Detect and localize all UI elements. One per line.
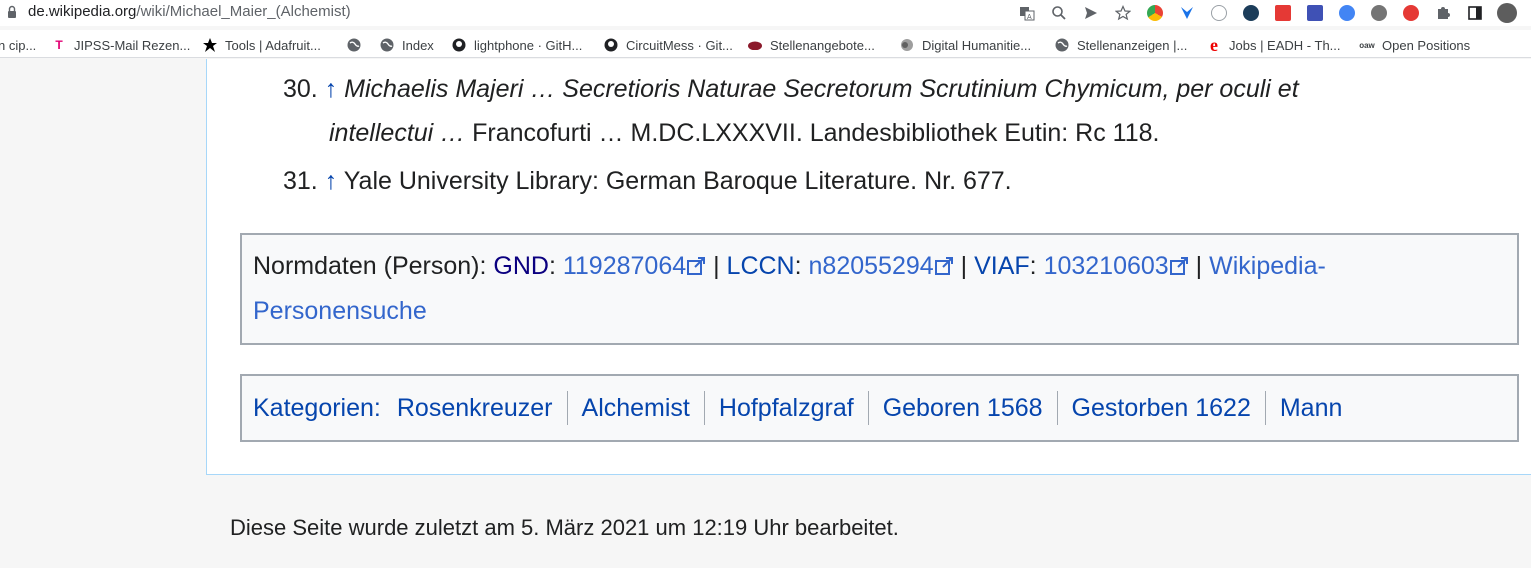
extension-youtube-icon[interactable] [1395,2,1427,24]
category-link[interactable]: Geboren 1568 [867,391,1057,425]
telekom-icon: T [55,38,63,52]
category-link[interactable]: Mann [1264,391,1357,425]
bookmark-item[interactable]: CircuitMess · Git... [604,36,733,54]
bookmark-item[interactable]: T JIPSS-Mail Rezen... [52,36,190,54]
bookmark-item[interactable]: Stellenanzeigen |... [1055,36,1187,54]
separator: | [1195,252,1203,280]
bookmark-item[interactable]: lightphone · GitH... [452,36,582,54]
stellen-icon [748,38,762,52]
normdaten-line-2: Personensuche [253,297,427,326]
normdaten-box: Normdaten (Person): GND: 119287064 | LCC… [240,233,1519,345]
external-link-icon [687,257,706,275]
extension-list-icon[interactable] [1299,2,1331,24]
personensuche-link-continued[interactable]: Personensuche [253,297,427,325]
gnd-link[interactable]: GND [493,252,549,280]
reference-number: 30. [283,75,318,103]
github-icon [452,38,466,52]
category-link[interactable]: Rosenkreuzer [381,391,567,425]
oaw-icon: oaw [1359,40,1375,50]
eadh-icon: e [1210,34,1218,55]
url-text[interactable]: de.wikipedia.org/wiki/Michael_Maier_(Alc… [28,3,351,20]
categories-label-link[interactable]: Kategorien: [253,394,381,423]
category-link[interactable]: Hofpfalzgraf [703,391,868,425]
globe-icon [380,38,394,52]
category-link[interactable]: Gestorben 1622 [1056,391,1265,425]
profile-avatar[interactable] [1491,2,1523,24]
bookmark-item[interactable]: e Jobs | EADH - Th... [1207,34,1341,55]
normdaten-prefix: Normdaten (Person): [253,252,487,280]
bookmark-label: Tools | Adafruit... [225,37,321,53]
bookmark-item[interactable]: Tools | Adafruit... [203,36,321,54]
extension-m-icon[interactable] [1363,2,1395,24]
lock-icon[interactable] [7,5,17,19]
category-link[interactable]: Alchemist [566,391,704,425]
lccn-link[interactable]: LCCN [727,252,795,280]
gnd-value-link[interactable]: 119287064 [563,252,686,280]
extension-clock-icon[interactable] [1235,2,1267,24]
viaf-value-link[interactable]: 103210603 [1044,252,1169,280]
bookmark-label: CircuitMess · Git... [626,37,733,53]
extension-circle-icon[interactable] [1331,2,1363,24]
bookmark-item[interactable]: Index [380,36,434,54]
bookmark-label: Open Positions [1382,37,1471,53]
reference-title: Michaelis Majeri … Secretioris Naturae S… [344,75,1299,103]
bookmark-label: lightphone · GitH... [474,37,583,53]
bookmark-label: Digital Humanitie... [922,37,1032,53]
bookmark-label: JIPSS-Mail Rezen... [74,37,191,53]
bookmarks-bar: n cip... T JIPSS-Mail Rezen... Tools | Ad… [0,30,1531,58]
bookmark-item[interactable]: Stellenangebote... [748,36,875,54]
reference-30-continued: intellectui … Francofurti … M.DC.LXXXVII… [329,119,1159,148]
bookmark-item[interactable]: oaw Open Positions [1359,36,1471,54]
extensions-puzzle-icon[interactable] [1427,2,1459,24]
dh-icon [900,38,914,52]
separator: | [960,252,968,280]
translate-icon[interactable]: A [1011,2,1043,24]
extension-red-icon[interactable] [1267,2,1299,24]
globe-icon [1055,38,1069,52]
github-icon [604,38,618,52]
url-host: de.wikipedia.org [28,3,137,20]
external-link-icon [934,257,953,275]
category-links: Kategorien: Rosenkreuzer Alchemist Hofpf… [253,391,1356,425]
separator: | [713,252,720,280]
sidepanel-icon[interactable] [1459,2,1491,24]
globe-icon [347,38,361,52]
backlink-arrow[interactable]: ↑ [325,75,338,103]
last-edited-footer: Diese Seite wurde zuletzt am 5. März 202… [230,515,899,540]
star-icon[interactable] [1107,2,1139,24]
backlink-arrow[interactable]: ↑ [325,167,338,195]
bookmark-item[interactable] [347,36,369,54]
url-path: /wiki/Michael_Maier_(Alchemist) [136,3,351,20]
zoom-icon[interactable] [1043,2,1075,24]
bookmark-label: Index [402,37,434,53]
personensuche-link[interactable]: Wikipedia- [1209,252,1326,280]
reference-text: Francofurti … M.DC.LXXXVII. Landesbiblio… [472,119,1160,147]
reference-number: 31. [283,167,318,195]
extension-vpn-icon[interactable] [1171,2,1203,24]
reference-title-continued: intellectui … [329,119,466,147]
reference-30: 30. ↑ Michaelis Majeri … Secretioris Nat… [283,75,1299,104]
svg-text:A: A [1027,14,1032,21]
viaf-link[interactable]: VIAF [974,252,1030,280]
bookmark-label: n cip... [0,37,37,53]
bookmark-item[interactable]: Digital Humanitie... [900,36,1031,54]
bookmark-item[interactable]: n cip... [0,36,36,54]
reference-31: 31. ↑ Yale University Library: German Ba… [283,167,1012,196]
lccn-value-link[interactable]: n82055294 [809,252,934,280]
bookmark-label: Jobs | EADH - Th... [1229,37,1341,53]
bookmark-label: Stellenangebote... [770,37,875,53]
send-icon[interactable] [1075,2,1107,24]
page-body: 30. ↑ Michaelis Majeri … Secretioris Nat… [0,59,1531,568]
categories-box: Kategorien: Rosenkreuzer Alchemist Hofpf… [240,374,1519,442]
adafruit-icon [203,38,217,52]
extension-chrome-icon[interactable] [1139,2,1171,24]
normdaten-line-1: Normdaten (Person): GND: 119287064 | LCC… [253,252,1326,280]
reference-text: Yale University Library: German Baroque … [343,167,1012,195]
external-link-icon [1169,257,1188,275]
address-bar[interactable]: de.wikipedia.org/wiki/Michael_Maier_(Alc… [0,0,1531,26]
extension-pause-icon[interactable] [1203,2,1235,24]
toolbar-icons: A [1011,2,1523,24]
bookmark-label: Stellenanzeigen |... [1077,37,1188,53]
